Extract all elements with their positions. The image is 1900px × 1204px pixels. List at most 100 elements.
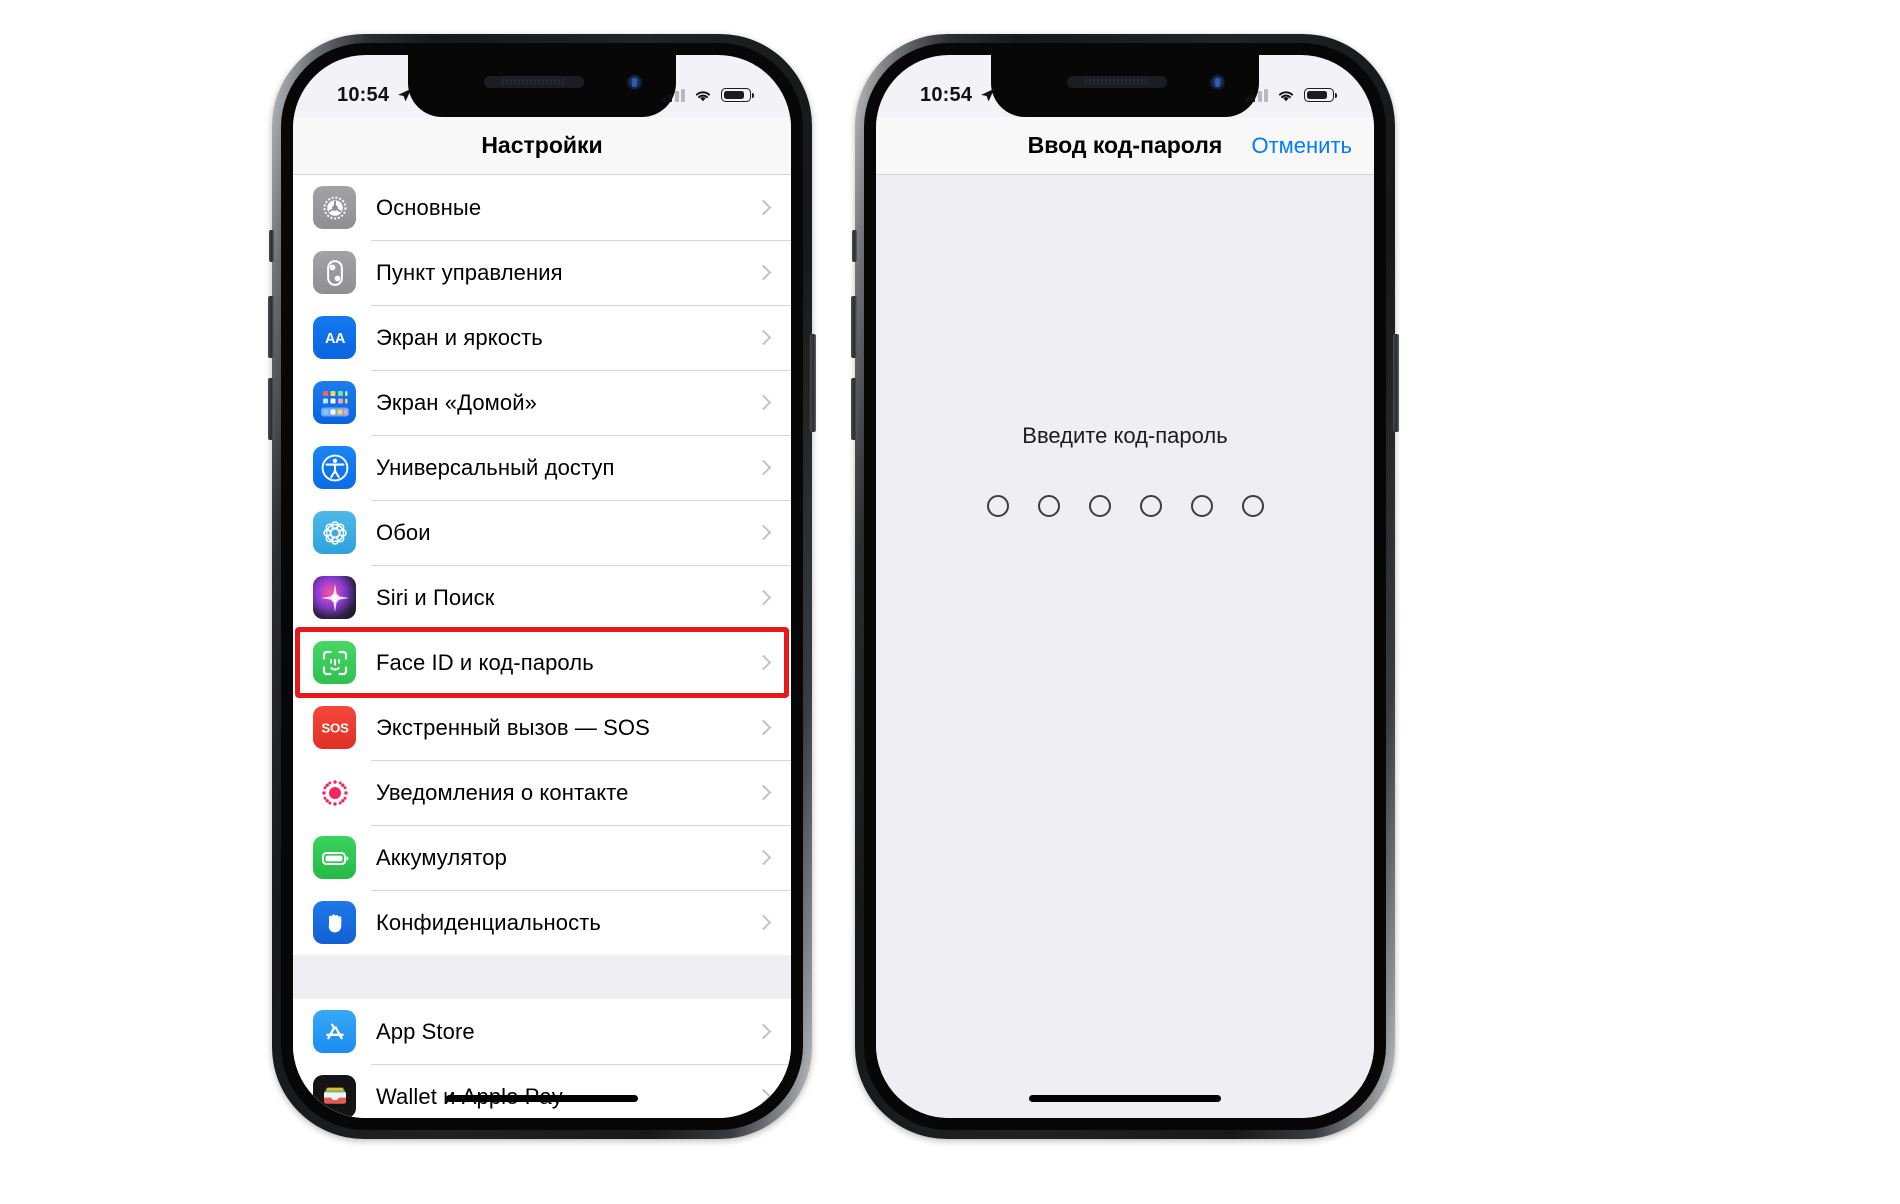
sidebar-item-label: Siri и Поиск bbox=[376, 584, 495, 610]
sidebar-item-label: Пункт управления bbox=[376, 259, 563, 285]
svg-text:AA: AA bbox=[324, 331, 345, 347]
volume-down-button[interactable] bbox=[851, 378, 857, 440]
iphone-device-passcode: 10:54 Ввод код-пароля Отменить Введите к… bbox=[851, 34, 1399, 1139]
volume-up-button[interactable] bbox=[851, 296, 857, 358]
sidebar-item-label: App Store bbox=[376, 1018, 475, 1044]
sidebar-item-battery[interactable]: Аккумулятор bbox=[293, 825, 791, 890]
sidebar-item-label: Основные bbox=[376, 194, 482, 220]
power-button[interactable] bbox=[810, 334, 816, 432]
device-screen: 10:54 bbox=[293, 55, 791, 1118]
wallet-icon bbox=[313, 1075, 356, 1118]
sidebar-item-label: Экран и яркость bbox=[376, 324, 543, 350]
sidebar-item-label: Face ID и код-пароль bbox=[376, 649, 594, 675]
svg-text:SOS: SOS bbox=[321, 720, 349, 735]
exposure-notification-icon bbox=[313, 771, 356, 814]
status-bar-time: 10:54 bbox=[337, 83, 390, 106]
chevron-right-icon bbox=[755, 914, 772, 931]
sidebar-item-emergency-sos[interactable]: SOS Экстренный вызов — SOS bbox=[293, 695, 791, 760]
sidebar-item-label: Экран «Домой» bbox=[376, 389, 537, 415]
settings-list[interactable]: Основные Пункт управления AA Экран и ярк… bbox=[293, 175, 791, 1118]
home-screen-icon bbox=[313, 381, 356, 424]
status-bar-left: 10:54 bbox=[920, 84, 996, 107]
device-bezel: 10:54 bbox=[864, 43, 1386, 1130]
page-title: Настройки bbox=[481, 132, 603, 158]
device-screen: 10:54 bbox=[876, 55, 1374, 1118]
navigation-bar: Ввод код-пароля Отменить bbox=[876, 117, 1374, 175]
accessibility-icon bbox=[313, 446, 356, 489]
iphone-device-settings: 10:54 Настройки Основные Пункт управлени… bbox=[268, 34, 816, 1139]
sidebar-item-label: Уведомления о контакте bbox=[376, 779, 629, 805]
passcode-dot bbox=[1139, 495, 1162, 517]
chevron-right-icon bbox=[755, 524, 772, 541]
status-bar-time: 10:54 bbox=[920, 83, 973, 106]
sidebar-item-home-screen[interactable]: Экран «Домой» bbox=[293, 370, 791, 435]
control-center-icon bbox=[313, 251, 356, 294]
home-indicator[interactable] bbox=[446, 1095, 638, 1102]
chevron-right-icon bbox=[755, 329, 772, 346]
siri-icon bbox=[313, 576, 356, 619]
page-title: Ввод код-пароля bbox=[1027, 132, 1223, 158]
chevron-right-icon bbox=[755, 719, 772, 736]
chevron-right-icon bbox=[755, 1088, 772, 1105]
passcode-dot bbox=[1241, 495, 1264, 517]
silent-switch[interactable] bbox=[269, 230, 274, 262]
chevron-right-icon bbox=[755, 394, 772, 411]
sidebar-item-exposure-notifications[interactable]: Уведомления о контакте bbox=[293, 760, 791, 825]
home-indicator[interactable] bbox=[1029, 1095, 1221, 1102]
passcode-screen: Введите код-пароль bbox=[876, 175, 1374, 1118]
status-bar-left: 10:54 bbox=[337, 84, 413, 107]
sos-icon: SOS bbox=[313, 706, 356, 749]
sidebar-item-app-store[interactable]: App Store bbox=[293, 999, 791, 1064]
power-button[interactable] bbox=[1393, 334, 1399, 432]
volume-up-button[interactable] bbox=[268, 296, 274, 358]
battery-icon bbox=[313, 836, 356, 879]
sidebar-item-wallet-apple-pay[interactable]: Wallet и Apple Pay bbox=[293, 1064, 791, 1118]
wifi-icon bbox=[695, 90, 711, 101]
sidebar-item-general[interactable]: Основные bbox=[293, 175, 791, 240]
status-bar-right bbox=[1244, 88, 1338, 103]
face-id-icon bbox=[313, 641, 356, 684]
chevron-right-icon bbox=[755, 459, 772, 476]
chevron-right-icon bbox=[755, 784, 772, 801]
settings-group-main: Основные Пункт управления AA Экран и ярк… bbox=[293, 175, 791, 955]
sidebar-item-accessibility[interactable]: Универсальный доступ bbox=[293, 435, 791, 500]
location-arrow-icon bbox=[981, 88, 995, 101]
passcode-dot bbox=[986, 495, 1009, 517]
battery-icon bbox=[721, 88, 755, 102]
sidebar-item-label: Обои bbox=[376, 519, 431, 545]
battery-icon bbox=[1304, 88, 1338, 102]
sidebar-item-siri-search[interactable]: Siri и Поиск bbox=[293, 565, 791, 630]
chevron-right-icon bbox=[755, 589, 772, 606]
privacy-hand-icon bbox=[313, 901, 356, 944]
sidebar-item-label: Аккумулятор bbox=[376, 844, 507, 870]
wallpaper-icon bbox=[313, 511, 356, 554]
sidebar-item-privacy[interactable]: Конфиденциальность bbox=[293, 890, 791, 955]
chevron-right-icon bbox=[755, 654, 772, 671]
passcode-prompt: Введите код-пароль bbox=[1022, 423, 1228, 448]
passcode-dots[interactable] bbox=[876, 495, 1374, 517]
screenshot-canvas: 10:54 Настройки Основные Пункт управлени… bbox=[0, 0, 1900, 1204]
sidebar-item-display-brightness[interactable]: AA Экран и яркость bbox=[293, 305, 791, 370]
gear-icon bbox=[313, 186, 356, 229]
passcode-dot bbox=[1190, 495, 1213, 517]
sidebar-item-face-id-passcode[interactable]: Face ID и код-пароль bbox=[293, 627, 791, 698]
passcode-dot bbox=[1037, 495, 1060, 517]
status-bar-right bbox=[661, 88, 755, 103]
cellular-signal-icon bbox=[661, 88, 685, 102]
cellular-signal-icon bbox=[1244, 88, 1268, 102]
sidebar-item-label: Конфиденциальность bbox=[376, 909, 601, 935]
display-brightness-icon: AA bbox=[313, 316, 356, 359]
sidebar-item-control-center[interactable]: Пункт управления bbox=[293, 240, 791, 305]
sidebar-item-wallpaper[interactable]: Обои bbox=[293, 500, 791, 565]
app-store-icon bbox=[313, 1010, 356, 1053]
sidebar-item-label: Экстренный вызов — SOS bbox=[376, 714, 650, 740]
chevron-right-icon bbox=[755, 849, 772, 866]
chevron-right-icon bbox=[755, 264, 772, 281]
wifi-icon bbox=[1278, 90, 1294, 101]
status-bar: 10:54 bbox=[293, 55, 791, 117]
chevron-right-icon bbox=[755, 199, 772, 216]
cancel-button[interactable]: Отменить bbox=[1251, 133, 1352, 159]
sidebar-item-label: Универсальный доступ bbox=[376, 454, 615, 480]
volume-down-button[interactable] bbox=[268, 378, 274, 440]
silent-switch[interactable] bbox=[852, 230, 857, 262]
